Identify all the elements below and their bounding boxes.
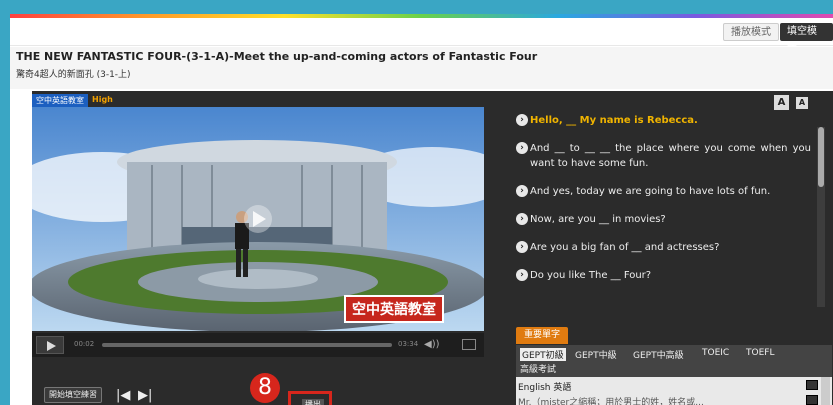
script-line-text: Now, are you __ in movies? xyxy=(530,214,666,225)
play-line-icon[interactable]: › xyxy=(516,142,528,154)
script-line-text: And __ to __ __ the place where you come… xyxy=(530,143,811,169)
title-area: THE NEW FANTASTIC FOUR-(3-1-A)-Meet the … xyxy=(10,47,833,89)
mode-bar: 播放模式 填空模式 xyxy=(10,18,833,55)
playback-controls: 00:02 03:34 ◀)) xyxy=(32,333,484,357)
script-scrollbar[interactable] xyxy=(817,127,825,307)
play-line-icon[interactable]: › xyxy=(516,213,528,225)
total-time: 03:34 xyxy=(398,340,419,348)
page-subtitle: 驚奇4超人的新面孔 (3-1-上) xyxy=(16,70,131,80)
script-line[interactable]: › Do you like The __ Four? xyxy=(516,268,811,283)
vocab-scrollbar[interactable] xyxy=(821,377,830,405)
lesson-panel: 空中英語教室 High 空中英語教室 00:02 03:34 ◀)) 開始填空練… xyxy=(32,91,833,405)
step-badge: 8 xyxy=(250,373,280,403)
play-line-icon[interactable]: › xyxy=(516,185,528,197)
vocab-panel: GEPT初級 GEPT中級 GEPT中高級 TOEIC TOEFL 高級考試 Englis… xyxy=(516,345,832,405)
skip-back-icon[interactable]: |◀ xyxy=(116,388,130,403)
page-title: THE NEW FANTASTIC FOUR-(3-1-A)-Meet the … xyxy=(16,50,538,63)
script-line[interactable]: › And yes, today we are going to have lot… xyxy=(516,184,811,199)
play-line-icon[interactable]: › xyxy=(516,241,528,253)
script-line[interactable]: › Hello, __ My name is Rebecca. xyxy=(516,113,811,128)
vocab-tab[interactable]: GEPT中高級 xyxy=(633,348,684,361)
vocab-tab[interactable]: TOEIC xyxy=(702,348,729,358)
vocab-tab[interactable]: GEPT初級 xyxy=(520,348,566,361)
video-player[interactable]: 空中英語教室 xyxy=(32,107,484,331)
script-line-text: Do you like The __ Four? xyxy=(530,270,652,281)
play-line-icon[interactable]: › xyxy=(516,114,528,126)
script-line-text: Hello, __ My name is Rebecca. xyxy=(530,115,698,126)
current-time: 00:02 xyxy=(74,340,95,348)
play-button[interactable] xyxy=(36,336,64,354)
vocab-tabs: GEPT初級 GEPT中級 GEPT中高級 TOEIC TOEFL 高級考試 xyxy=(516,345,832,377)
font-small-button[interactable]: A xyxy=(796,97,808,109)
seek-bar[interactable] xyxy=(102,343,392,347)
script-line-text: Are you a big fan of __ and actresses? xyxy=(530,242,720,253)
film-icon[interactable] xyxy=(806,395,818,405)
fill-mode-button[interactable]: 填空模式 xyxy=(780,23,833,55)
skip-forward-icon[interactable]: ▶| xyxy=(138,388,152,403)
practice-controls: 開始填空練習 |◀ ▶| 8 播出 xyxy=(32,359,484,405)
script-line[interactable]: › And __ to __ __ the place where you com… xyxy=(516,141,811,171)
vocab-row[interactable]: English 英語 xyxy=(518,380,571,393)
page: 播放模式 填空模式 THE NEW FANTASTIC FOUR-(3-1-A)… xyxy=(10,18,833,405)
start-practice-button[interactable]: 開始填空練習 xyxy=(44,387,102,403)
vocab-tab[interactable]: TOEFL xyxy=(746,348,774,358)
brand-overlay: 空中英語教室 xyxy=(344,295,444,323)
vocab-row[interactable]: Mr.（mister之縮稱；用於男士的姓，姓名或... xyxy=(518,395,704,405)
volume-icon[interactable]: ◀)) xyxy=(424,339,440,350)
output-button[interactable]: 播出 xyxy=(302,399,324,405)
tab-program[interactable]: 空中英語教室 xyxy=(32,94,88,107)
quality-high[interactable]: High xyxy=(92,95,113,104)
vocab-tab[interactable]: GEPT中級 xyxy=(575,348,617,361)
script-panel: › Hello, __ My name is Rebecca. › And __ to… xyxy=(516,113,811,309)
play-line-icon[interactable]: › xyxy=(516,269,528,281)
film-icon[interactable] xyxy=(806,380,818,390)
script-line-text: And yes, today we are going to have lots… xyxy=(530,186,771,197)
vocab-section-tab[interactable]: 重要單字 xyxy=(516,327,569,344)
font-large-button[interactable]: A xyxy=(774,95,789,110)
vocab-tab[interactable]: 高級考試 xyxy=(520,362,556,375)
fullscreen-icon[interactable] xyxy=(462,339,476,350)
script-line[interactable]: › Are you a big fan of __ and actresses? xyxy=(516,240,811,255)
script-line[interactable]: › Now, are you __ in movies? xyxy=(516,212,811,227)
play-mode-button[interactable]: 播放模式 xyxy=(723,23,779,41)
